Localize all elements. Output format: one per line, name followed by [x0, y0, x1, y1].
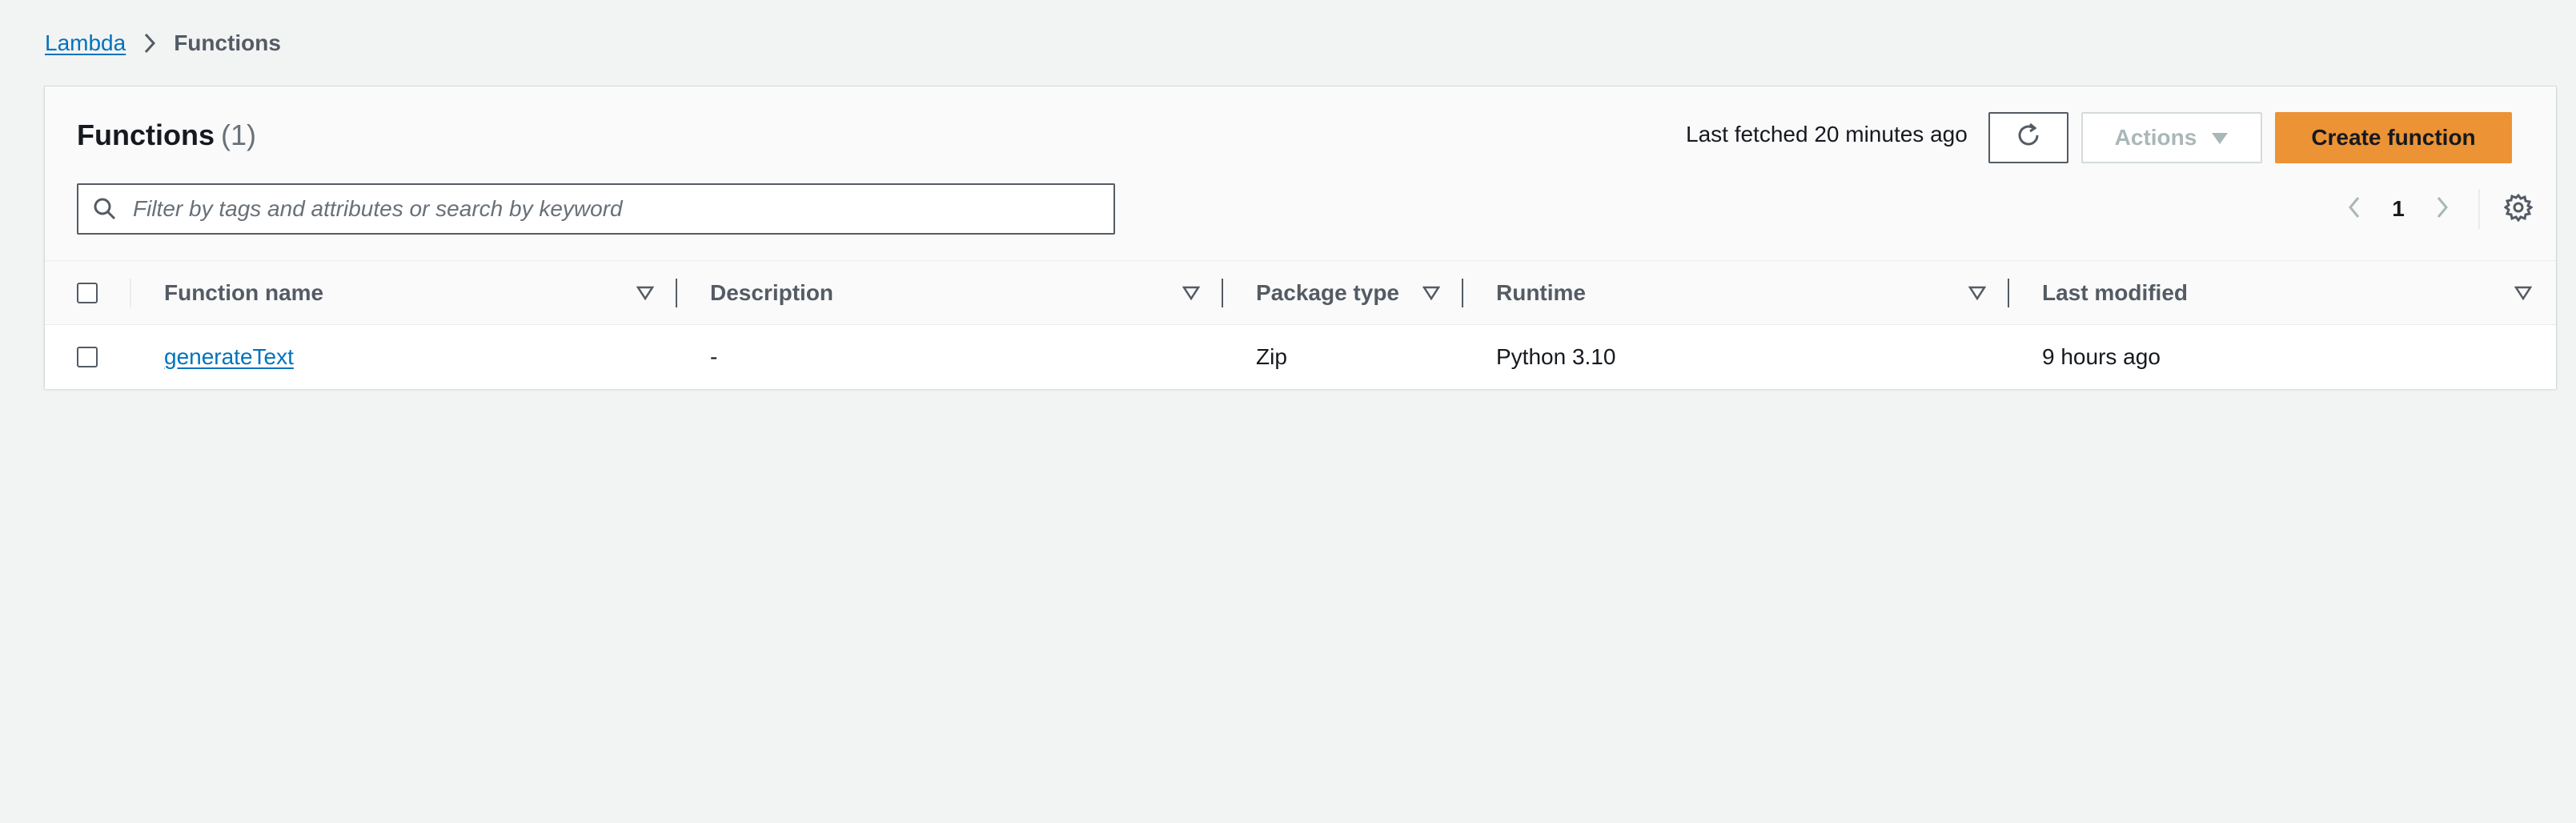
next-page-button[interactable]: [2422, 183, 2462, 235]
column-divider[interactable]: [1222, 279, 1223, 307]
function-count: (1): [220, 118, 256, 151]
chevron-right-icon: [126, 27, 174, 59]
actions-label: Actions: [2114, 125, 2197, 150]
sort-triangle-icon[interactable]: [1420, 282, 1442, 304]
column-divider[interactable]: [2008, 279, 2009, 307]
column-header-function-name[interactable]: Function name: [164, 261, 323, 325]
create-function-label: Create function: [2311, 125, 2476, 150]
actions-button[interactable]: Actions: [2081, 112, 2262, 163]
sort-triangle-icon[interactable]: [634, 282, 656, 304]
column-header-last-modified[interactable]: Last modified: [2042, 261, 2188, 325]
current-page-number[interactable]: 1: [2382, 183, 2414, 235]
sort-triangle-icon[interactable]: [1966, 282, 1988, 304]
column-divider: [130, 279, 131, 307]
table-header: Function name Description Package type R…: [45, 261, 2556, 325]
breadcrumb-current: Functions: [174, 30, 281, 55]
function-name-link[interactable]: generateText: [164, 344, 294, 370]
column-divider[interactable]: [1462, 279, 1463, 307]
chevron-left-icon: [2346, 195, 2362, 224]
functions-panel: Functions (1) Last fetched 20 minutes ago…: [44, 86, 2557, 389]
column-header-package-type[interactable]: Package type: [1256, 261, 1399, 325]
function-runtime: Python 3.10: [1496, 344, 1616, 369]
search-icon: [78, 185, 131, 233]
select-all-checkbox[interactable]: [77, 283, 98, 303]
panel-header: Functions (1) Last fetched 20 minutes ago…: [45, 86, 2556, 261]
breadcrumb-lambda-link[interactable]: Lambda: [45, 30, 126, 56]
function-description: -: [710, 344, 718, 369]
column-divider[interactable]: [676, 279, 677, 307]
search-input[interactable]: [131, 187, 1092, 231]
chevron-right-icon: [2434, 195, 2450, 224]
column-header-runtime[interactable]: Runtime: [1496, 261, 1586, 325]
sort-triangle-icon[interactable]: [2512, 282, 2534, 304]
refresh-icon: [2014, 121, 2043, 155]
gear-icon: [2503, 193, 2534, 226]
row-select-checkbox[interactable]: [77, 347, 98, 367]
table-row: generateText - Zip Python 3.10 9 hours a…: [45, 325, 2556, 389]
pager-divider: [2478, 189, 2480, 229]
sort-triangle-icon[interactable]: [1180, 282, 1202, 304]
create-function-button[interactable]: Create function: [2275, 112, 2512, 163]
prev-page-button[interactable]: [2334, 183, 2374, 235]
breadcrumb: Lambda Functions: [45, 27, 281, 59]
function-package-type: Zip: [1256, 344, 1287, 369]
caret-down-icon: [2211, 125, 2229, 151]
panel-title-text: Functions: [77, 118, 215, 151]
column-header-description[interactable]: Description: [710, 261, 833, 325]
search-field[interactable]: [77, 183, 1115, 235]
function-last-modified: 9 hours ago: [2042, 344, 2161, 369]
refresh-button[interactable]: [1988, 112, 2068, 163]
page-title: Functions (1): [77, 118, 256, 152]
preferences-button[interactable]: [2494, 183, 2542, 235]
last-fetched-text: Last fetched 20 minutes ago: [1686, 122, 1968, 147]
